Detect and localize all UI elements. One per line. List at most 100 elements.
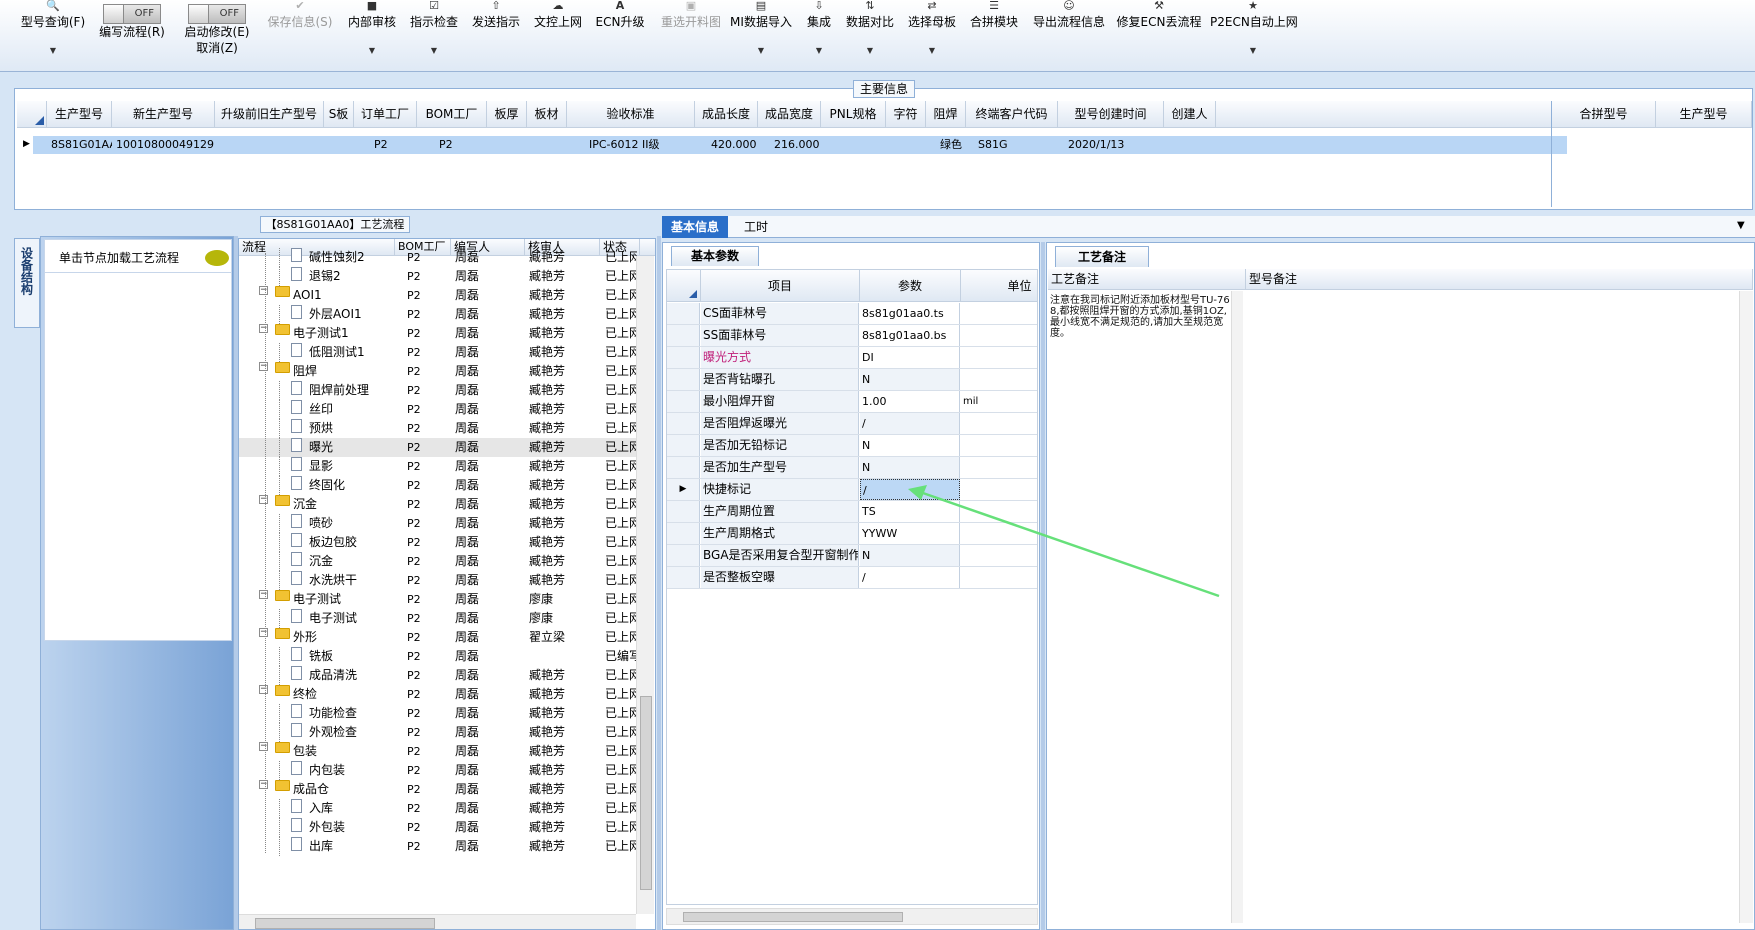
tree-row[interactable]: 出库 P2 周磊 臧艳芳 已上网	[239, 837, 639, 856]
cell-width[interactable]: 216.000	[758, 136, 821, 153]
start-modify-toggle-group[interactable]: OFF 启动修改(E) 取消(Z)	[178, 0, 256, 70]
p2ecn-auto-upload-button[interactable]: ★ P2ECN自动上网 ▼	[1210, 0, 1298, 70]
col-old-prod-model[interactable]: 升级前旧生产型号	[215, 101, 324, 128]
col-process-note[interactable]: 工艺备注	[1048, 269, 1246, 290]
param-value[interactable]: /	[860, 413, 960, 434]
col-pnl-spec[interactable]: PNL规格	[821, 101, 886, 128]
param-value[interactable]: 8s81g01aa0.bs	[860, 325, 960, 346]
collapse-toggle-icon[interactable]: −	[259, 362, 268, 371]
reselect-material-button[interactable]: ▣ 重选开料图	[654, 0, 728, 70]
param-value[interactable]: 1.00	[860, 391, 960, 412]
process-note-text[interactable]: 注意在我司标记附近添加板材型号TU-768,都按照阻焊开窗的方式添加,基铜1OZ…	[1050, 295, 1230, 339]
col-acceptance-standard[interactable]: 验收标准	[567, 101, 695, 128]
collapse-toggle-icon[interactable]: −	[259, 590, 268, 599]
tree-row[interactable]: 终固化 P2 周磊 臧艳芳 已上网	[239, 476, 639, 495]
param-row[interactable]: SS面菲林号 8s81g01aa0.bs	[667, 325, 1037, 347]
col-thickness[interactable]: 板厚	[487, 101, 527, 128]
col-side-prod-model[interactable]: 生产型号	[1656, 101, 1752, 128]
save-info-button[interactable]: ✔ 保存信息(S)	[262, 0, 338, 70]
collapse-toggle-icon[interactable]: −	[259, 742, 268, 751]
chevron-down-icon[interactable]: ▼	[1737, 220, 1745, 231]
tree-row[interactable]: 预烘 P2 周磊 臧艳芳 已上网	[239, 419, 639, 438]
model-note-scrollbar[interactable]	[1739, 291, 1753, 923]
param-row[interactable]: 是否加无铅标记 N	[667, 435, 1037, 457]
param-value[interactable]: YYWW	[860, 523, 960, 544]
col-material[interactable]: 板材	[527, 101, 567, 128]
select-mother-board-button[interactable]: ⇄ 选择母板 ▼	[904, 0, 960, 70]
col-solder-mask[interactable]: 阻焊	[926, 101, 966, 128]
row-header[interactable]	[667, 545, 700, 566]
doc-upload-button[interactable]: ☁ 文控上网	[530, 0, 586, 70]
cell-acceptance-standard[interactable]: IPC-6012 II级	[567, 136, 695, 153]
tree-row[interactable]: − 包装 P2 周磊 臧艳芳 已上网	[239, 742, 639, 761]
splitter-right[interactable]	[1041, 242, 1045, 930]
tree-row[interactable]: 显影 P2 周磊 臧艳芳 已上网	[239, 457, 639, 476]
tree-row[interactable]: 电子测试 P2 周磊 廖康 已上网	[239, 609, 639, 628]
instruction-check-button[interactable]: ☑ 指示检查 ▼	[406, 0, 462, 70]
param-value[interactable]: N	[860, 545, 960, 566]
tree-row[interactable]: − 阻焊 P2 周磊 臧艳芳 已上网	[239, 362, 639, 381]
param-row[interactable]: 最小阻焊开窗 1.00 mil	[667, 391, 1037, 413]
param-value[interactable]: N	[860, 369, 960, 390]
param-row[interactable]: CS面菲林号 8s81g01aa0.ts	[667, 303, 1037, 325]
tree-row[interactable]: 水洗烘干 P2 周磊 臧艳芳 已上网	[239, 571, 639, 590]
tree-row[interactable]: 铣板 P2 周磊 已编写	[239, 647, 639, 666]
merge-module-button[interactable]: ☰ 合拼模块	[966, 0, 1022, 70]
nav-header[interactable]: 单击节点加载工艺流程	[44, 239, 232, 273]
collapse-toggle-icon[interactable]: −	[259, 685, 268, 694]
row-header[interactable]	[667, 303, 700, 324]
row-header[interactable]	[667, 457, 700, 478]
tab-basic-info[interactable]: 基本信息	[662, 216, 728, 238]
param-value[interactable]: N	[860, 435, 960, 456]
param-value[interactable]: DI	[860, 347, 960, 368]
tree-row[interactable]: 丝印 P2 周磊 臧艳芳 已上网	[239, 400, 639, 419]
col-length[interactable]: 成品长度	[695, 101, 758, 128]
param-value[interactable]: 8s81g01aa0.ts	[860, 303, 960, 324]
tree-row[interactable]: − 电子测试1 P2 周磊 臧艳芳 已上网	[239, 324, 639, 343]
row-header[interactable]	[667, 325, 700, 346]
param-row[interactable]: 是否背钻曝孔 N	[667, 369, 1037, 391]
tab-work-hours[interactable]: 工时	[736, 216, 776, 238]
tree-row[interactable]: 内包装 P2 周磊 臧艳芳 已上网	[239, 761, 639, 780]
cell-prod-model[interactable]: 8S81G01AA0	[47, 136, 112, 153]
note-scrollbar[interactable]	[1231, 291, 1243, 923]
col-prod-model[interactable]: 生产型号	[47, 101, 112, 128]
tree-row[interactable]: 沉金 P2 周磊 臧艳芳 已上网	[239, 552, 639, 571]
cell-customer-code[interactable]: S81G	[966, 136, 1058, 153]
basic-horizontal-scrollbar[interactable]	[666, 908, 1038, 925]
tree-row[interactable]: 碱性蚀刻2 P2 周磊 臧艳芳 已上网	[239, 248, 639, 267]
param-row[interactable]: 是否整板空曝 /	[667, 567, 1037, 589]
ecn-upgrade-button[interactable]: A ECN升级	[592, 0, 648, 70]
collapse-toggle-icon[interactable]: −	[259, 324, 268, 333]
mi-import-button[interactable]: ▤ MI数据导入 ▼	[728, 0, 794, 70]
tree-row[interactable]: 板边包胶 P2 周磊 臧艳芳 已上网	[239, 533, 639, 552]
param-row[interactable]: BGA是否采用复合型开窗制作 N	[667, 545, 1037, 567]
scroll-thumb[interactable]	[683, 912, 903, 922]
param-row[interactable]: 是否阻焊返曝光 /	[667, 413, 1037, 435]
tree-row[interactable]: 阻焊前处理 P2 周磊 臧艳芳 已上网	[239, 381, 639, 400]
tab-process-notes[interactable]: 工艺备注	[1055, 246, 1149, 267]
cell-new-prod-model[interactable]: 10010800049129	[112, 136, 215, 153]
tree-row[interactable]: 外观检查 P2 周磊 臧艳芳 已上网	[239, 723, 639, 742]
tree-row[interactable]: 功能检查 P2 周磊 臧艳芳 已上网	[239, 704, 639, 723]
collapse-toggle-icon[interactable]: −	[259, 628, 268, 637]
col-width[interactable]: 成品宽度	[758, 101, 821, 128]
data-compare-button[interactable]: ⇅ 数据对比 ▼	[842, 0, 898, 70]
tree-row[interactable]: − 成品仓 P2 周磊 臧艳芳 已上网	[239, 780, 639, 799]
send-instruction-button[interactable]: ⇧ 发送指示	[468, 0, 524, 70]
col-item[interactable]: 项目	[701, 270, 860, 302]
param-value[interactable]: TS	[860, 501, 960, 522]
cell-order-factory[interactable]: P2	[354, 136, 417, 153]
row-header[interactable]	[667, 391, 700, 412]
edit-flow-toggle[interactable]: OFF	[103, 4, 161, 24]
collapse-toggle-icon[interactable]: −	[259, 495, 268, 504]
collapse-toggle-icon[interactable]: −	[259, 286, 268, 295]
collapse-toggle-icon[interactable]: −	[259, 780, 268, 789]
row-header[interactable]	[667, 501, 700, 522]
cell-length[interactable]: 420.000	[695, 136, 758, 153]
col-new-prod-model[interactable]: 新生产型号	[112, 101, 215, 128]
row-header[interactable]	[667, 347, 700, 368]
tree-row[interactable]: 退锡2 P2 周磊 臧艳芳 已上网	[239, 267, 639, 286]
col-order-factory[interactable]: 订单工厂	[354, 101, 417, 128]
tree-row[interactable]: − 沉金 P2 周磊 臧艳芳 已上网	[239, 495, 639, 514]
